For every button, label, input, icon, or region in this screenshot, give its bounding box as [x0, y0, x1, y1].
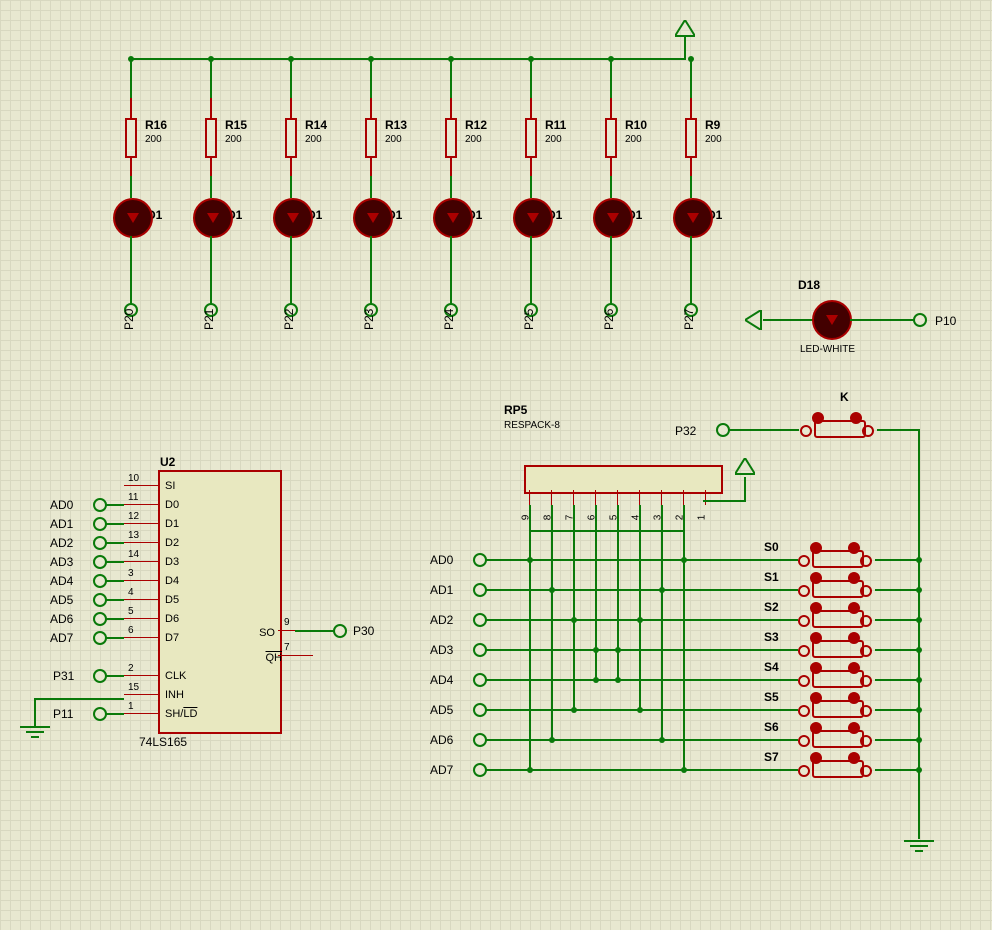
led-d14 — [353, 198, 393, 238]
arrow-left-d18 — [745, 310, 765, 330]
switch-s2 — [798, 610, 878, 630]
switch-s3 — [798, 640, 878, 660]
switch-s7 — [798, 760, 878, 780]
resistor-r9 — [685, 118, 697, 158]
resistor-r16 — [125, 118, 137, 158]
power-arrow-respack — [735, 458, 755, 478]
switch-k — [800, 420, 880, 440]
terminal-p30 — [333, 624, 347, 638]
switch-s5 — [798, 700, 878, 720]
terminal-p32 — [716, 423, 730, 437]
respack-rp5 — [524, 465, 723, 494]
switch-s1 — [798, 580, 878, 600]
respack-label: RP5 — [504, 403, 527, 417]
switch-s0 — [798, 550, 878, 570]
resistor-r14 — [285, 118, 297, 158]
terminal-p10 — [913, 313, 927, 327]
ic-u2-label: U2 — [160, 455, 175, 469]
led-d11 — [593, 198, 633, 238]
resistor-r13 — [365, 118, 377, 158]
led-d16 — [193, 198, 233, 238]
led-d18 — [812, 300, 852, 340]
led-d17 — [113, 198, 153, 238]
led-d12 — [513, 198, 553, 238]
switch-s6 — [798, 730, 878, 750]
resistor-r12 — [445, 118, 457, 158]
led-d10 — [673, 198, 713, 238]
ic-u2: SID0D1D2D3D4D5D6D7CLKINHSH/LD SO QH — [158, 470, 282, 734]
resistor-r11 — [525, 118, 537, 158]
led-d18-label: D18 — [798, 278, 820, 292]
switch-s4 — [798, 670, 878, 690]
resistor-r15 — [205, 118, 217, 158]
schematic-canvas: R16 200 D1 P20 R15 200 D1 P21 R14 200 D1 — [0, 0, 992, 930]
resistor-r10 — [605, 118, 617, 158]
led-d13 — [433, 198, 473, 238]
led-d15 — [273, 198, 313, 238]
